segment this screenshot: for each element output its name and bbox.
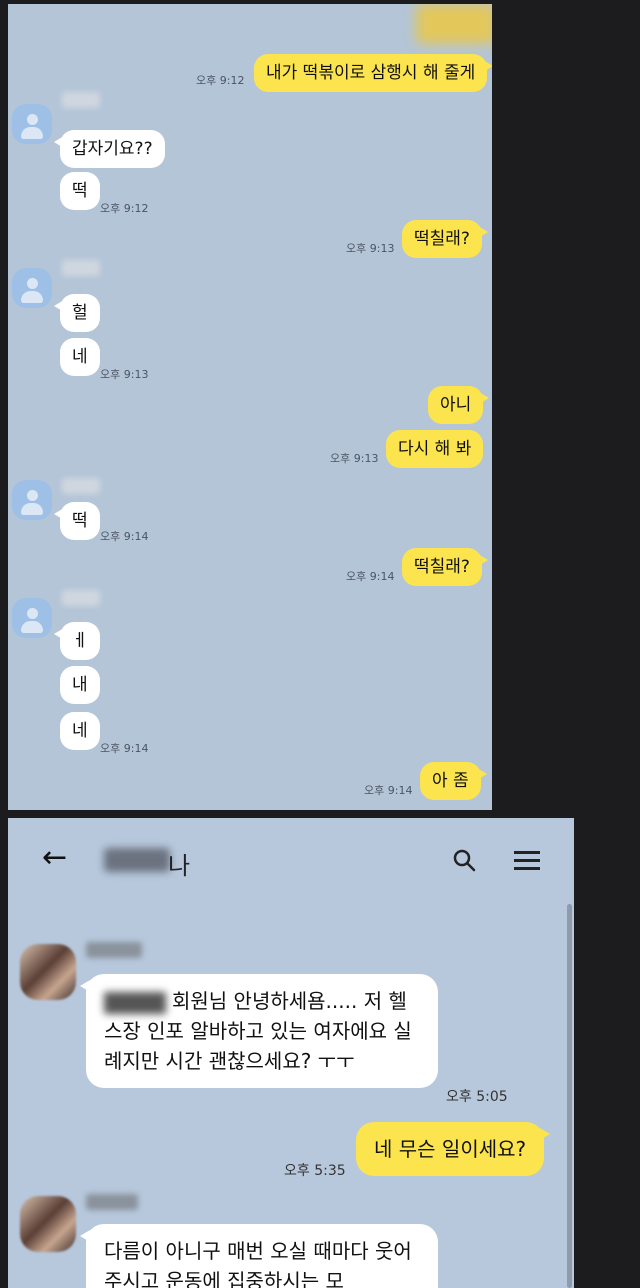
message-bubble-theirs[interactable]: 다름이 아니구 매번 오실 때마다 웃어주시고 운동에 집중하시는 모: [80, 1224, 438, 1288]
message-bubble-theirs[interactable]: 네: [60, 338, 100, 376]
search-icon[interactable]: [452, 848, 476, 872]
sender-name: [86, 942, 142, 958]
person-icon: [27, 490, 38, 501]
blurred-bubble: [416, 4, 492, 44]
message-bubble-mine[interactable]: 아 좀: [420, 762, 487, 800]
message-bubble-mine[interactable]: 네 무슨 일이세요?: [356, 1122, 551, 1176]
timestamp: 오후 5:35: [284, 1163, 346, 1179]
chat-header: ← 나: [8, 818, 574, 904]
timestamp: 오후 9:14: [100, 530, 149, 543]
timestamp: 오후 9:13: [330, 452, 379, 465]
avatar[interactable]: [12, 480, 52, 520]
sender-name: [62, 260, 100, 276]
sender-name: [86, 1194, 138, 1210]
message-bubble-mine[interactable]: 떡칠래?: [402, 220, 488, 258]
chat-title-blurred: [104, 848, 170, 872]
chat-screenshot-2: ← 나 회원님 안녕하세욤..... 저 헬스장 인포 알바하고 있는 여자에요…: [8, 818, 574, 1288]
timestamp: 오후 9:12: [100, 202, 149, 215]
timestamp: 오후 9:14: [364, 784, 413, 797]
message-bubble-theirs[interactable]: 내: [60, 666, 100, 704]
blurred-name: [104, 991, 166, 1014]
message-bubble-theirs[interactable]: 떡: [54, 502, 100, 540]
sender-name: [62, 590, 100, 606]
scrollbar[interactable]: [567, 904, 572, 1288]
person-icon: [27, 114, 38, 125]
sender-name: [62, 478, 100, 494]
person-icon: [27, 278, 38, 289]
chat-screenshot-1: 오후 9:12 내가 떡볶이로 삼행시 해 줄게 갑자기요?? 떡 오후 9:1…: [8, 4, 492, 810]
timestamp: 오후 9:14: [100, 742, 149, 755]
message-bubble-theirs[interactable]: 헐: [54, 294, 100, 332]
avatar[interactable]: [12, 104, 52, 144]
message-bubble-mine[interactable]: 떡칠래?: [402, 548, 488, 586]
back-arrow-icon[interactable]: ←: [42, 840, 67, 875]
sender-name: [62, 92, 100, 108]
message-bubble-theirs[interactable]: 네: [60, 712, 100, 750]
message-bubble-mine[interactable]: 내가 떡볶이로 삼행시 해 줄게: [254, 54, 492, 92]
message-bubble-mine[interactable]: 다시 해 봐: [386, 430, 484, 468]
timestamp: 오후 9:14: [346, 570, 395, 583]
person-icon: [27, 608, 38, 619]
message-bubble-theirs[interactable]: ㅔ: [54, 622, 100, 660]
avatar[interactable]: [12, 598, 52, 638]
message-bubble-mine[interactable]: 아니: [428, 386, 490, 424]
message-bubble-theirs[interactable]: 회원님 안녕하세욤..... 저 헬스장 인포 알바하고 있는 여자에요 실례지…: [80, 974, 438, 1088]
profile-photo[interactable]: [20, 1196, 76, 1252]
timestamp: 오후 9:12: [196, 74, 245, 87]
hamburger-menu-icon[interactable]: [514, 851, 540, 871]
timestamp: 오후 9:13: [100, 368, 149, 381]
message-bubble-theirs[interactable]: 갑자기요??: [54, 130, 165, 168]
chat-title: 나: [168, 852, 191, 880]
message-bubble-theirs[interactable]: 떡: [60, 172, 100, 210]
avatar[interactable]: [12, 268, 52, 308]
timestamp: 오후 9:13: [346, 242, 395, 255]
profile-photo[interactable]: [20, 944, 76, 1000]
timestamp: 오후 5:05: [446, 1089, 508, 1105]
